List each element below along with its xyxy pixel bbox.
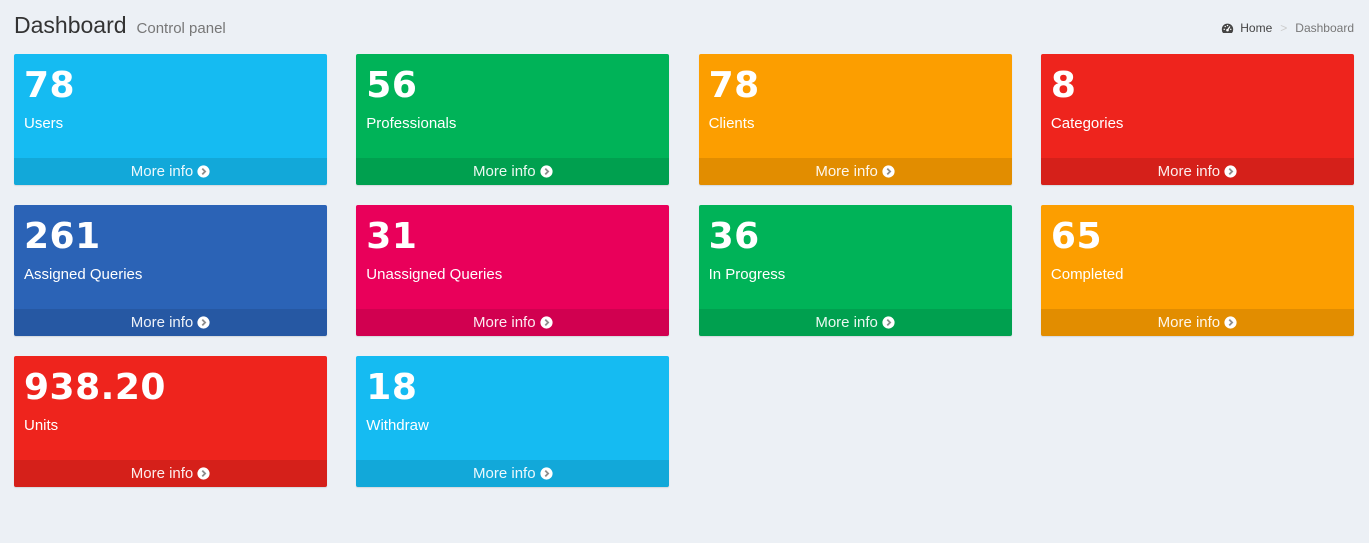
stat-box-withdraw: 18 Withdraw More info — [356, 356, 670, 487]
arrow-circle-right-icon — [1224, 316, 1237, 329]
stat-label: Assigned Queries — [24, 266, 143, 283]
page-title: Dashboard — [14, 12, 127, 38]
stat-value: 78 — [708, 65, 760, 106]
more-info-link-categories[interactable]: More info — [1040, 158, 1354, 185]
breadcrumb-home-link[interactable]: Home — [1240, 21, 1272, 35]
stat-box-categories: 8 Categories More info — [1040, 54, 1354, 185]
stat-value: 31 — [366, 216, 418, 257]
stat-label: In Progress — [708, 266, 786, 283]
stat-box-assigned-queries: 261 Assigned Queries More info — [14, 205, 327, 336]
stat-value: 36 — [708, 216, 760, 257]
stat-box-users: 78 Users More info — [14, 54, 327, 185]
arrow-circle-right-icon — [539, 316, 553, 329]
stat-label: Withdraw — [366, 417, 429, 434]
more-info-link-users[interactable]: More info — [14, 158, 327, 185]
more-info-link-completed[interactable]: More info — [1040, 309, 1354, 336]
more-info-label: More info — [1157, 314, 1221, 331]
arrow-circle-right-icon — [197, 316, 210, 329]
more-info-label: More info — [473, 314, 536, 331]
more-info-link-withdraw[interactable]: More info — [356, 460, 670, 487]
stat-value: 78 — [24, 65, 76, 106]
arrow-circle-right-icon — [197, 165, 210, 178]
stat-box-clients: 78 Clients More info — [698, 54, 1012, 185]
stat-value: 56 — [366, 65, 418, 106]
stat-label: Units — [24, 417, 59, 434]
dashboard-page: Dashboard Control panel Home > Dashboard… — [0, 0, 1369, 543]
stat-box-professionals: 56 Professionals More info — [356, 54, 670, 185]
arrow-circle-right-icon — [539, 165, 553, 178]
breadcrumb-current: Dashboard — [1295, 21, 1354, 35]
stat-value: 938.20 — [24, 367, 166, 408]
more-info-label: More info — [130, 465, 194, 482]
stat-box-in-progress: 36 In Progress More info — [698, 205, 1012, 336]
arrow-circle-right-icon — [1224, 165, 1237, 178]
stat-label: Unassigned Queries — [366, 266, 503, 283]
more-info-label: More info — [130, 163, 194, 180]
more-info-link-in-progress[interactable]: More info — [698, 309, 1012, 336]
stat-value: 18 — [366, 367, 418, 408]
stat-box-unassigned-queries: 31 Unassigned Queries More info — [356, 205, 670, 336]
more-info-label: More info — [130, 314, 194, 331]
more-info-label: More info — [1157, 163, 1221, 180]
content-header: Dashboard Control panel — [14, 12, 226, 39]
stat-box-units: 938.20 Units More info — [14, 356, 327, 487]
dashboard-icon — [1222, 23, 1234, 33]
more-info-label: More info — [473, 465, 536, 482]
stat-value: 65 — [1050, 216, 1102, 257]
more-info-link-units[interactable]: More info — [14, 460, 327, 487]
more-info-link-unassigned-queries[interactable]: More info — [356, 309, 670, 336]
stat-box-completed: 65 Completed More info — [1040, 205, 1354, 336]
more-info-link-assigned-queries[interactable]: More info — [14, 309, 327, 336]
arrow-circle-right-icon — [882, 165, 895, 178]
more-info-link-clients[interactable]: More info — [698, 158, 1012, 185]
stat-label: Categories — [1050, 115, 1124, 132]
more-info-link-professionals[interactable]: More info — [356, 158, 670, 185]
page-subtitle: Control panel — [136, 20, 226, 37]
arrow-circle-right-icon — [882, 316, 895, 329]
stat-value: 8 — [1050, 65, 1077, 106]
stat-value: 261 — [24, 216, 101, 257]
breadcrumb-separator: > — [1280, 21, 1288, 35]
stat-label: Clients — [708, 115, 755, 132]
arrow-circle-right-icon — [197, 467, 210, 480]
stat-label: Completed — [1050, 266, 1124, 283]
more-info-label: More info — [473, 163, 536, 180]
stat-label: Users — [24, 115, 64, 132]
arrow-circle-right-icon — [539, 467, 553, 480]
more-info-label: More info — [815, 163, 878, 180]
stat-label: Professionals — [366, 115, 457, 132]
stats-grid: 78 Users More info 56 Professionals More… — [14, 54, 1354, 487]
breadcrumb: Home > Dashboard — [1221, 21, 1354, 35]
more-info-label: More info — [815, 314, 878, 331]
